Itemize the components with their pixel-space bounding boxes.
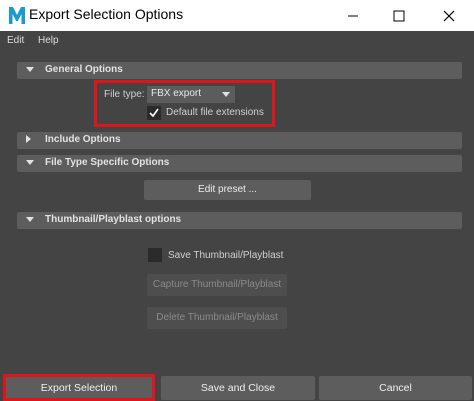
red-highlight-box: [3, 374, 155, 401]
save-and-close-button[interactable]: Save and Close: [161, 376, 315, 400]
section-label: Thumbnail/Playblast options: [45, 214, 182, 225]
maya-logo-icon: [8, 4, 26, 26]
menu-help[interactable]: Help: [38, 35, 59, 46]
expand-arrow-icon: [26, 160, 34, 165]
minimize-button[interactable]: [330, 0, 376, 31]
maximize-icon: [393, 10, 405, 21]
close-icon: [443, 10, 455, 21]
edit-preset-button[interactable]: Edit preset ...: [144, 180, 311, 200]
red-highlight-box: [94, 80, 275, 127]
maximize-button[interactable]: [376, 0, 422, 31]
footer-button-bar: Export Selection Save and Close Cancel: [0, 373, 474, 401]
save-thumbnail-checkbox[interactable]: [148, 248, 162, 262]
section-file-type-specific[interactable]: File Type Specific Options: [17, 155, 462, 172]
section-include-options[interactable]: Include Options: [17, 132, 462, 149]
options-panel: General Options File type: FBX export De…: [0, 51, 474, 371]
section-label: File Type Specific Options: [45, 157, 170, 168]
title-bar[interactable]: Export Selection Options: [0, 0, 474, 31]
menu-edit[interactable]: Edit: [7, 35, 24, 46]
capture-thumbnail-button[interactable]: Capture Thumbnail/Playblast: [147, 274, 287, 296]
expand-arrow-icon: [26, 217, 34, 222]
window-title: Export Selection Options: [29, 6, 184, 22]
section-thumbnail-options[interactable]: Thumbnail/Playblast options: [17, 212, 462, 229]
section-label: General Options: [45, 64, 123, 75]
minimize-icon: [348, 15, 358, 16]
menu-bar: Edit Help: [0, 31, 474, 51]
section-label: Include Options: [45, 134, 121, 145]
delete-thumbnail-button[interactable]: Delete Thumbnail/Playblast: [147, 307, 287, 329]
close-button[interactable]: [426, 0, 472, 31]
expand-arrow-icon: [26, 67, 34, 72]
section-general-options[interactable]: General Options: [17, 62, 462, 79]
collapse-arrow-icon: [26, 135, 31, 143]
save-thumbnail-label: Save Thumbnail/Playblast: [168, 250, 284, 261]
cancel-button[interactable]: Cancel: [319, 376, 472, 400]
